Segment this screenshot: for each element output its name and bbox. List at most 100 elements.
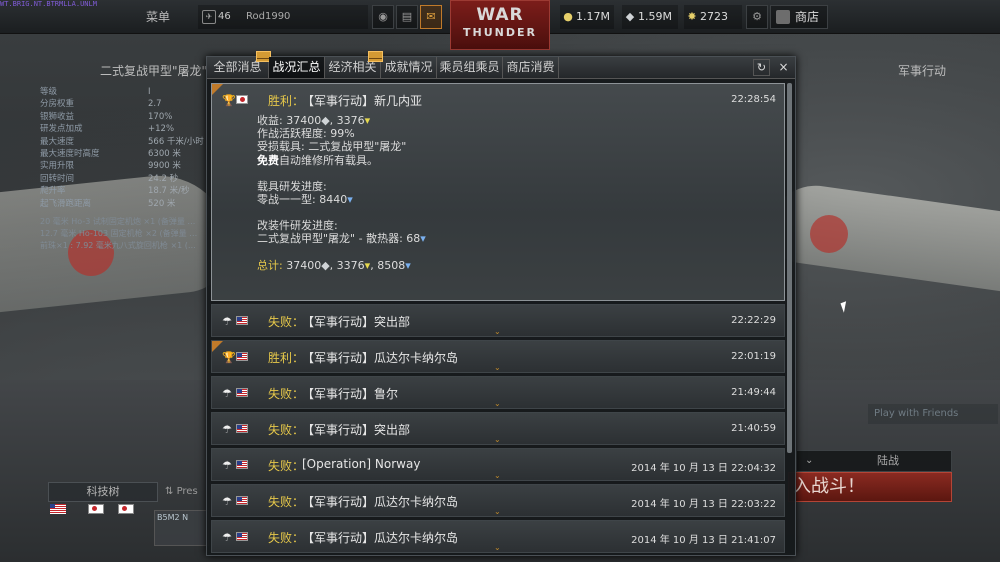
medal-icon: 🏆 <box>222 94 236 107</box>
expand-chevron-icon[interactable]: ⌄ <box>494 471 501 480</box>
message-entry[interactable]: ☂ 失败： [Operation] Norway 2014 年 10 月 13 日 2… <box>211 448 785 481</box>
shop-button[interactable]: 商店 <box>770 5 828 29</box>
nation-flag-jp-2[interactable] <box>118 504 134 514</box>
close-icon[interactable]: × <box>775 59 792 76</box>
tab-label: 成就情况 <box>384 60 433 74</box>
stat-label: 实用升限 <box>40 161 75 172</box>
expand-chevron-icon[interactable]: ⌄ <box>494 435 501 444</box>
player-rank: 46 <box>218 11 231 22</box>
tab-all-messages[interactable]: 全部消息 <box>207 51 271 78</box>
top-link[interactable]: WT.BRIG.NT.BTRMLLA.UNLM <box>0 0 97 8</box>
message-entry[interactable]: ☂ 失败： 【军事行动】瓜达尔卡纳尔岛 2014 年 10 月 13 日 22:03:… <box>211 484 785 517</box>
entry-title: 【军事行动】突出部 <box>302 423 411 437</box>
repair-free: 免费 <box>257 153 279 167</box>
stat-value: 2.7 <box>148 99 162 110</box>
mod-value: 68 <box>406 232 421 246</box>
profile-icon[interactable]: ◉ <box>372 5 394 29</box>
expand-chevron-icon[interactable]: ⌄ <box>494 507 501 516</box>
entry-time: 22:28:54 <box>731 94 776 105</box>
war-thunder-logo: WAR THUNDER <box>450 0 550 50</box>
player-rank-icon: ✈ <box>202 10 216 24</box>
stat-value: 9900 米 <box>148 161 181 172</box>
preset-button[interactable]: ⇅ Pres <box>165 486 198 497</box>
vehicle-stats: 等级 I 分房权重 2.7 银狮收益 170% 研发点加成 +12% 最大速度 566 千米/小时… <box>40 86 210 210</box>
mail-icon[interactable]: ✉ <box>420 5 442 29</box>
settings-icon[interactable]: ⚙ <box>746 5 768 29</box>
silver-icon: ◆ <box>321 114 330 127</box>
message-entry[interactable]: ☂ 失败： 【军事行动】瓜达尔卡纳尔岛 2014 年 10 月 13 日 21:41:… <box>211 520 785 553</box>
play-with-friends-button[interactable]: Play with Friends <box>868 404 998 424</box>
menu-button[interactable]: 菜单 <box>118 5 198 29</box>
entry-title: 【军事行动】突出部 <box>302 315 411 329</box>
player-info[interactable]: ✈ 46 Rod1990 <box>198 5 368 29</box>
message-entry[interactable]: ☂ 失败： 【军事行动】鲁尔 21:49:44 ⌄ <box>211 376 785 409</box>
nation-flag-us <box>236 532 248 541</box>
chat-icon[interactable]: ▤ <box>396 5 418 29</box>
earnings-silver: 37400 <box>286 114 322 127</box>
entry-title: 【军事行动】瓜达尔卡纳尔岛 <box>302 495 459 509</box>
silver-counter[interactable]: ◆ 1.59M <box>622 5 678 29</box>
tab-crew[interactable]: 乘员组乘员 <box>437 57 503 78</box>
entry-time: 22:01:19 <box>731 351 776 362</box>
tab-shop-purchases[interactable]: 商店消费 <box>503 57 559 78</box>
rp-value: 2723 <box>700 10 728 23</box>
message-entry[interactable]: 🏆 胜利： 【军事行动】瓜达尔卡纳尔岛 22:01:19 ⌄ <box>211 340 785 373</box>
stat-row: 最大速度时高度 6300 米 <box>40 148 210 160</box>
expand-chevron-icon[interactable]: ⌄ <box>494 399 501 408</box>
entry-details: 收益: 37400◆, 3376▾ 作战活跃程度: 99% 受损载具: 二式复战… <box>257 114 426 272</box>
nation-flag-us[interactable] <box>50 504 66 514</box>
entry-result: 失败： <box>268 315 305 329</box>
message-entry-expanded[interactable]: 🏆 胜利： 【军事行动】新几内亚 22:28:54 收益: 37400◆, 33… <box>211 83 785 301</box>
message-entry[interactable]: ☂ 失败： 【军事行动】突出部 21:40:59 ⌄ <box>211 412 785 445</box>
stat-label: 回转时间 <box>40 173 75 184</box>
shop-icon <box>776 10 790 24</box>
tab-label: 全部消息 <box>213 60 262 74</box>
tab-battle-summary[interactable]: 战况汇总 <box>269 57 325 78</box>
nation-flags[interactable] <box>48 504 138 544</box>
entry-time: 2014 年 10 月 13 日 21:41:07 <box>631 535 776 546</box>
stat-label: 研发点加成 <box>40 124 83 135</box>
parachute-icon: ☂ <box>222 387 232 400</box>
research-line: 零战一一型: 8440▾ <box>257 193 426 206</box>
entry-result: 失败： <box>268 495 305 509</box>
to-battle-button[interactable]: 入战斗！ <box>788 472 952 502</box>
stat-value: 24.2 秒 <box>148 173 179 184</box>
entry-result: 失败： <box>268 459 305 473</box>
research-icon: ▾ <box>347 193 353 207</box>
gold-counter[interactable]: ● 1.17M <box>560 5 614 29</box>
slot-label: B5M2 N <box>157 513 189 522</box>
scrollbar[interactable] <box>787 83 792 453</box>
expand-chevron-icon[interactable]: ⌄ <box>494 327 501 336</box>
player-name: Rod1990 <box>246 11 291 22</box>
refresh-icon[interactable]: ↻ <box>753 59 770 76</box>
logo-line2: THUNDER <box>463 26 537 39</box>
game-mode-label: 陆战 <box>877 454 899 467</box>
expand-chevron-icon[interactable]: ⌄ <box>494 363 501 372</box>
stat-value: 520 米 <box>148 198 176 209</box>
entry-result: 失败： <box>268 531 305 545</box>
message-entry[interactable]: ☂ 失败： 【军事行动】突出部 22:22:29 ⌄ <box>211 304 785 337</box>
stat-row: 研发点加成 +12% <box>40 123 210 135</box>
tab-economy[interactable]: 经济相关 <box>325 51 383 78</box>
expand-chevron-icon[interactable]: ⌄ <box>494 543 501 552</box>
mod-label: 二式复战甲型"屠龙" - 散热器: <box>257 232 407 246</box>
nation-flag-jp[interactable] <box>88 504 104 514</box>
entry-result: 失败： <box>268 423 305 437</box>
nation-flag-us <box>236 496 248 505</box>
research-icon: ▾ <box>405 258 411 272</box>
silver-icon: ◆ <box>321 258 330 272</box>
rp-counter[interactable]: ✸ 2723 <box>684 5 742 29</box>
parachute-icon: ☂ <box>222 531 232 544</box>
nation-flag-us <box>236 352 248 361</box>
tab-label: 乘员组乘员 <box>439 60 500 74</box>
mode-title: 军事行动 <box>898 64 947 78</box>
research-label: 零战一一型: <box>257 193 320 207</box>
tech-tree-button[interactable]: 科技树 <box>48 482 158 502</box>
dialog-tabs: 全部消息 战况汇总 经济相关 成就情况 乘员组乘员 商店消费 ↻ × <box>207 51 795 79</box>
tab-achievements[interactable]: 成就情况 <box>381 57 437 78</box>
entry-title: 【军事行动】新几内亚 <box>302 94 423 108</box>
game-mode-selector[interactable]: ⌄ 陆战 <box>796 450 952 472</box>
mouse-cursor <box>840 301 850 313</box>
vehicle-slot[interactable]: B5M2 N <box>154 510 209 546</box>
research-icon: ▾ <box>420 232 426 246</box>
